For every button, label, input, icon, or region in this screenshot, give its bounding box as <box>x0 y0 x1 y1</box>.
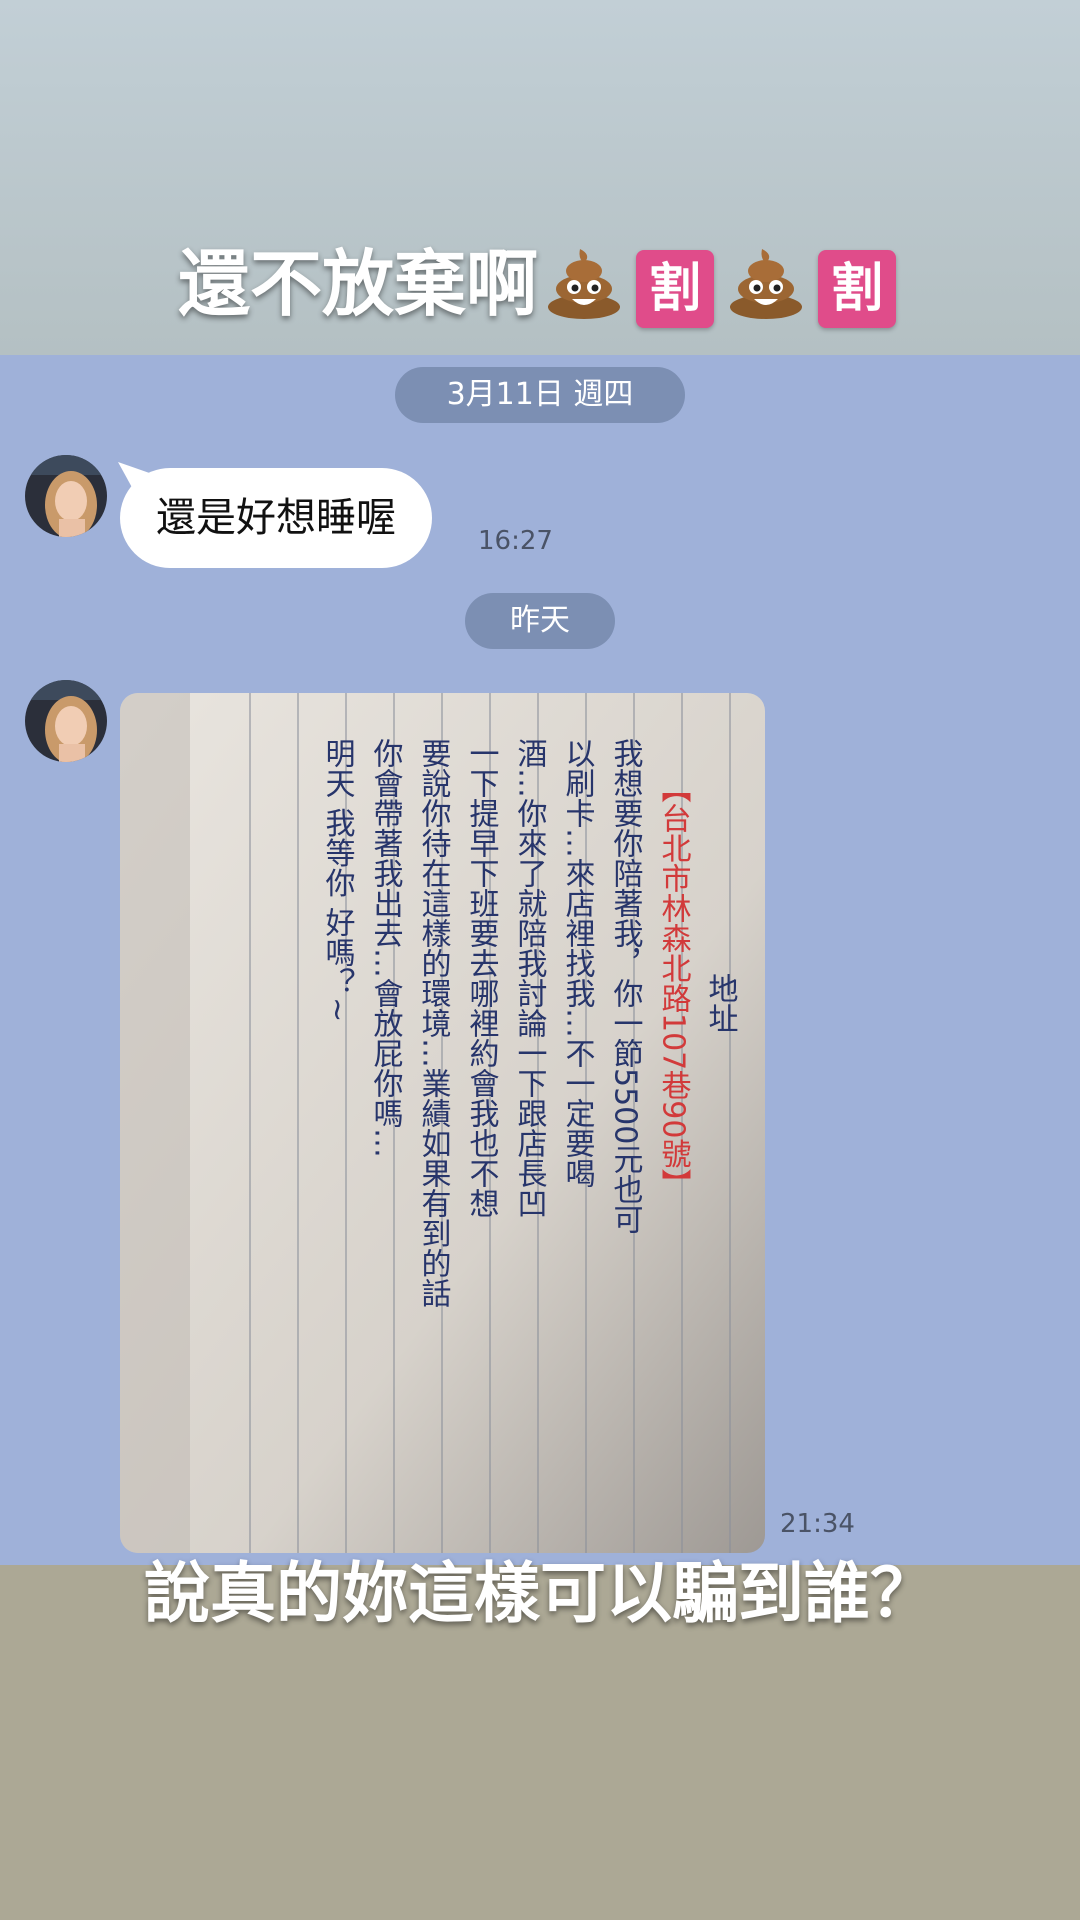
caption-bottom: 說真的妳這樣可以騙到誰？ <box>144 1555 936 1632</box>
note-line: 一下提早下班要去哪裡約會我也不想 <box>464 738 500 1218</box>
note-line: 以刷卡…來店裡找我…不一定要喝 <box>560 738 596 1188</box>
poop-emoji-icon <box>544 241 624 338</box>
cut-emoji-icon: 割 <box>818 250 896 329</box>
poop-emoji-icon <box>726 241 806 338</box>
note-address: 【台北市林森北路107巷90號】 <box>656 773 692 1198</box>
note-line: 你會帶著我出去…會放屁你嗎… <box>368 738 404 1158</box>
date-separator: 昨天 <box>465 593 615 649</box>
note-title: 地址 <box>703 973 739 1033</box>
note-line: 要說你待在這樣的環境…業績如果有到的話 <box>416 738 452 1308</box>
message-bubble[interactable]: 還是好想睡喔 <box>120 468 432 568</box>
avatar[interactable] <box>25 680 107 762</box>
caption-top-text: 還不放棄啊 <box>177 242 538 326</box>
date-separator: 3月11日 週四 <box>395 367 685 423</box>
note-line: 我想要你陪著我，你一節5500元也可 <box>608 738 644 1234</box>
avatar[interactable] <box>25 455 107 537</box>
note-line: 酒…你來了就陪我討論一下跟店長凹 <box>512 738 548 1218</box>
message-time: 21:34 <box>780 1509 855 1539</box>
caption-top: 還不放棄啊 割 割 <box>0 225 1080 338</box>
note-line: 明天 我等你 好嗎？~ <box>320 738 356 1022</box>
handwritten-note-photo[interactable]: 地址 【台北市林森北路107巷90號】 我想要你陪著我，你一節5500元也可 以… <box>120 693 765 1553</box>
cut-emoji-icon: 割 <box>636 250 714 329</box>
message-time: 16:27 <box>478 526 553 556</box>
